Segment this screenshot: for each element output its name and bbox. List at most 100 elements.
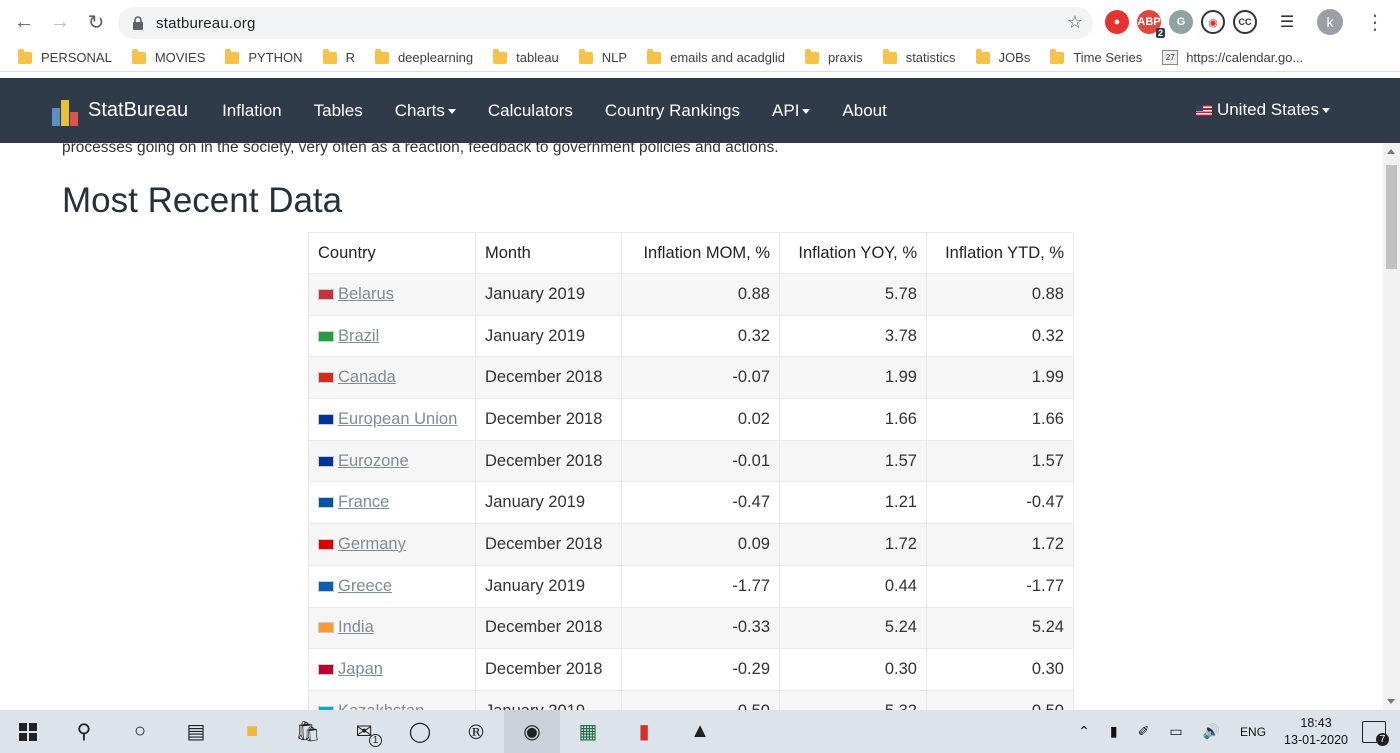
- country-link[interactable]: Eurozone: [338, 452, 409, 470]
- nav-charts-dropdown[interactable]: Charts: [379, 101, 472, 121]
- search-icon[interactable]: ⚲: [56, 710, 112, 753]
- system-clock[interactable]: 18:43 13-01-2020: [1284, 715, 1348, 749]
- bookmark-item[interactable]: Time Series: [1050, 48, 1142, 65]
- country-flag-icon: [318, 330, 334, 342]
- header-country[interactable]: Country: [308, 232, 476, 274]
- excel-icon[interactable]: ▦: [560, 710, 616, 753]
- cell-inflation-yoy: 3.78: [779, 314, 927, 358]
- windows-start-icon[interactable]: [0, 710, 56, 753]
- table-row: Japan December 2018 -0.29 0.30 0.30: [308, 648, 1074, 691]
- profile-avatar[interactable]: k: [1317, 9, 1343, 35]
- bookmark-item[interactable]: emails and acadglid: [647, 48, 785, 65]
- chrome-icon[interactable]: ◉: [504, 710, 560, 753]
- nav-api-dropdown[interactable]: API: [756, 101, 826, 121]
- cell-inflation-yoy: 0.30: [779, 648, 927, 691]
- mail-icon[interactable]: ✉ 1: [336, 710, 392, 753]
- cell-month: December 2018: [475, 523, 622, 566]
- back-icon[interactable]: ←: [6, 4, 42, 40]
- country-link[interactable]: Canada: [338, 368, 396, 386]
- bookmark-star-icon[interactable]: ☆: [1067, 12, 1083, 33]
- bookmark-item[interactable]: praxis: [805, 48, 863, 65]
- cell-month: December 2018: [475, 648, 622, 691]
- bookmark-label: PERSONAL: [41, 50, 112, 65]
- bookmarks-bar: PERSONAL MOVIES PYTHON Rdeeplearning tableau…: [0, 44, 1400, 72]
- notification-center-icon[interactable]: 7: [1362, 720, 1389, 746]
- windows-taskbar: ⚲ ○ ▤ ■ 🛍 ✉ 1 ◯ ® ◉ ▦ ▮ ▲ ⌃ ▮ ✐ ▭ 🔊 ENG 1…: [0, 710, 1400, 753]
- country-link[interactable]: European Union: [338, 410, 457, 428]
- country-link[interactable]: Japan: [338, 660, 383, 678]
- pen-icon[interactable]: ✐: [1138, 723, 1150, 740]
- nav-calculators[interactable]: Calculators: [472, 101, 589, 121]
- vertical-scrollbar[interactable]: [1383, 143, 1400, 710]
- browser-menu-icon[interactable]: ⋮: [1365, 10, 1385, 35]
- cell-inflation-yoy: 0.44: [779, 564, 927, 608]
- photos-icon[interactable]: ▲: [672, 710, 728, 753]
- scrollbar-thumb[interactable]: [1386, 165, 1397, 269]
- browser-toolbar: ← → ↻ statbureau.org ☆ ● ABP 2 G ◉ CC ☰ k…: [0, 0, 1400, 44]
- adblock-badge: 2: [1155, 28, 1165, 38]
- bookmark-item[interactable]: R: [322, 48, 355, 65]
- tray-expand-icon[interactable]: ⌃: [1078, 723, 1090, 740]
- volume-icon[interactable]: 🔊: [1203, 723, 1220, 740]
- stop-extension-icon[interactable]: ●: [1105, 10, 1129, 34]
- system-tray: ⌃ ▮ ✐ ▭ 🔊 ENG 18:43 13-01-2020 7: [1068, 710, 1400, 753]
- nav-menu: Inflation Tables Charts Calculators Coun…: [206, 101, 903, 121]
- screen-capture-icon[interactable]: ◉: [1201, 10, 1225, 34]
- country-link[interactable]: India: [338, 618, 374, 636]
- header-month[interactable]: Month: [475, 232, 622, 274]
- display-icon[interactable]: ▭: [1169, 723, 1182, 740]
- bookmark-item[interactable]: MOVIES: [131, 48, 205, 65]
- acrobat-icon[interactable]: ▮: [616, 710, 672, 753]
- store-icon[interactable]: 🛍: [280, 710, 336, 753]
- nav-inflation[interactable]: Inflation: [206, 101, 298, 121]
- country-link[interactable]: Greece: [338, 577, 392, 595]
- cell-country: France: [308, 481, 476, 525]
- bookmark-item[interactable]: statistics: [882, 48, 956, 65]
- bookmark-label: NLP: [601, 50, 628, 65]
- reload-icon[interactable]: ↻: [78, 4, 114, 40]
- cell-inflation-ytd: 0.88: [926, 273, 1074, 316]
- adblock-icon[interactable]: ABP 2: [1137, 10, 1165, 38]
- r-app-icon[interactable]: ®: [448, 710, 504, 753]
- country-selector-dropdown[interactable]: United States: [1195, 100, 1330, 120]
- bookmark-label: emails and acadglid: [670, 50, 785, 65]
- nav-country-rankings[interactable]: Country Rankings: [589, 101, 756, 121]
- language-indicator[interactable]: ENG: [1240, 725, 1266, 739]
- bookmark-item[interactable]: PYTHON: [225, 48, 303, 65]
- bookmark-item[interactable]: PERSONAL: [18, 48, 112, 65]
- bookmark-item[interactable]: JOBs: [975, 48, 1030, 65]
- nav-charts-label: Charts: [394, 100, 445, 120]
- battery-icon[interactable]: ▮: [1110, 723, 1118, 740]
- folder-icon: [805, 48, 819, 64]
- cc-extension-icon[interactable]: CC: [1233, 10, 1257, 34]
- header-inflation-ytd[interactable]: Inflation YTD, %: [926, 232, 1074, 274]
- country-link[interactable]: France: [338, 493, 389, 511]
- cell-inflation-ytd: 0.32: [926, 314, 1074, 358]
- country-link[interactable]: Germany: [338, 535, 406, 553]
- forward-icon[interactable]: →: [42, 4, 78, 40]
- site-brand[interactable]: StatBureau: [52, 96, 188, 126]
- country-link[interactable]: Belarus: [338, 285, 394, 303]
- clock-time: 18:43: [1300, 715, 1332, 730]
- header-inflation-yoy[interactable]: Inflation YOY, %: [779, 232, 927, 274]
- nav-about[interactable]: About: [826, 101, 902, 121]
- country-link[interactable]: Brazil: [338, 327, 379, 345]
- country-link[interactable]: Kazakhstan: [338, 702, 424, 710]
- bookmark-item[interactable]: NLP: [578, 48, 628, 65]
- cell-inflation-mom: 0.02: [621, 398, 780, 441]
- bookmark-item[interactable]: deeplearning: [374, 48, 473, 65]
- cell-inflation-ytd: -0.47: [926, 481, 1074, 525]
- task-view-icon[interactable]: ▤: [168, 710, 224, 753]
- grammarly-icon[interactable]: G: [1169, 10, 1193, 34]
- cortana-icon[interactable]: ○: [112, 710, 168, 753]
- scroll-up-arrow-icon[interactable]: [1387, 149, 1395, 154]
- bookmark-item[interactable]: tableau: [493, 48, 559, 65]
- nav-tables[interactable]: Tables: [298, 101, 379, 121]
- scroll-down-arrow-icon[interactable]: [1387, 699, 1395, 704]
- header-inflation-mom[interactable]: Inflation MOM, %: [621, 232, 780, 274]
- file-explorer-icon[interactable]: ■: [224, 710, 280, 753]
- loading-app-icon[interactable]: ◯: [392, 710, 448, 753]
- media-control-icon[interactable]: ☰: [1275, 10, 1299, 34]
- address-bar[interactable]: statbureau.org ☆: [118, 7, 1093, 39]
- bookmark-item[interactable]: 27 https://calendar.go...: [1162, 50, 1303, 65]
